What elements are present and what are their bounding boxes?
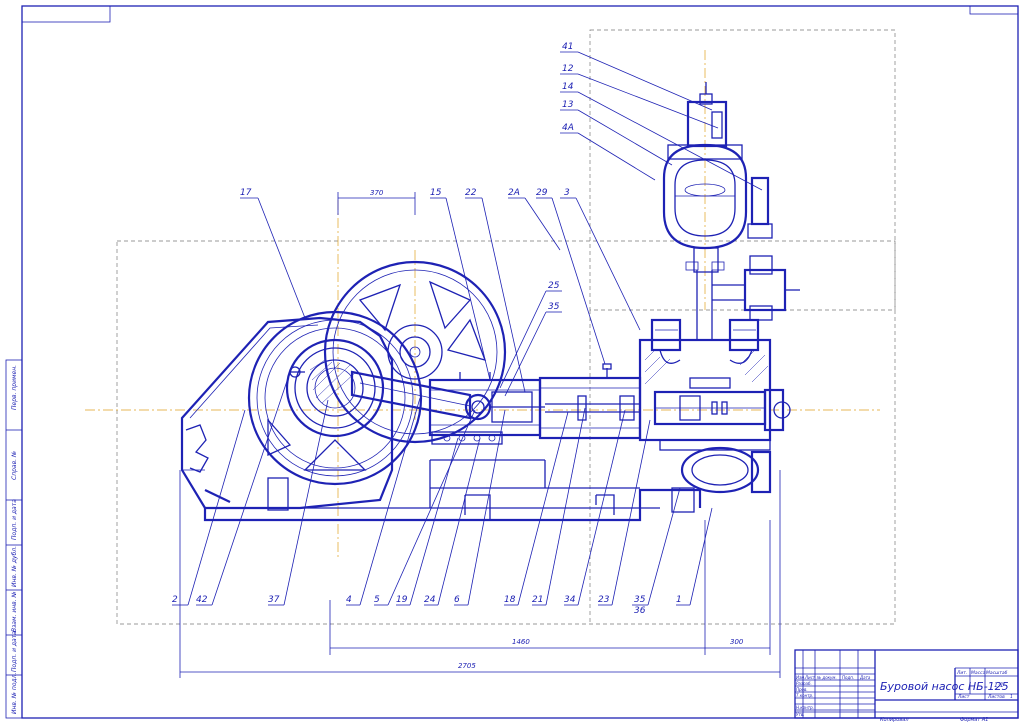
tb-row-izm: Изм. bbox=[796, 675, 805, 680]
leaders-top bbox=[240, 51, 763, 397]
tb-role-3: Т.контр. bbox=[796, 693, 813, 698]
callout-4a: 4А bbox=[562, 123, 574, 133]
side-stamp-1: Перв. примен. bbox=[11, 365, 18, 410]
sheet-frame bbox=[21, 5, 1019, 719]
callout-25: 25 bbox=[548, 281, 560, 291]
tb-row-sign: Подп. bbox=[842, 675, 854, 680]
drawing-canvas: Перв. примен. Справ. № Подп. и дата Инв.… bbox=[5, 5, 1019, 723]
callout-15: 15 bbox=[430, 188, 442, 198]
crank-wheel bbox=[247, 310, 423, 486]
callout-23: 23 bbox=[598, 595, 610, 605]
corner-stamp-right bbox=[969, 5, 1019, 15]
dim-1460: 1460 bbox=[512, 638, 530, 646]
callout-17: 17 bbox=[240, 188, 252, 198]
callout-34: 34 bbox=[564, 595, 576, 605]
callout-21: 21 bbox=[532, 595, 543, 605]
callout-5: 5 bbox=[374, 595, 380, 605]
callout-13: 13 bbox=[562, 100, 574, 110]
callout-37: 37 bbox=[268, 595, 280, 605]
tb-row-doc: № докум. bbox=[816, 675, 837, 680]
air-chamber bbox=[662, 82, 773, 250]
tb-row-list: Лист bbox=[804, 675, 816, 680]
callout-42: 42 bbox=[196, 595, 208, 605]
callout-4: 4 bbox=[346, 595, 352, 605]
tb-lit: Лит. bbox=[956, 670, 967, 676]
view-frame-valve bbox=[589, 29, 896, 311]
tb-role-4: Н.контр. bbox=[796, 705, 814, 710]
side-stamp-3: Подп. и дата bbox=[11, 499, 18, 540]
callout-22: 22 bbox=[465, 188, 477, 198]
side-stamp-7: Инв. № подл. bbox=[11, 673, 18, 714]
side-stamp-4: Инв. № дубл. bbox=[11, 546, 18, 587]
tb-sheets: Листов bbox=[987, 694, 1005, 700]
side-stamp-2: Справ. № bbox=[11, 451, 18, 480]
callout-18: 18 bbox=[504, 595, 516, 605]
tb-role-1: Разраб. bbox=[796, 681, 812, 686]
dim-2705: 2705 bbox=[458, 662, 476, 670]
drawing-sheet: { "title_block": { "title": "Буровой нас… bbox=[0, 0, 1024, 723]
callout-36: 36 bbox=[634, 606, 646, 616]
discharge-pipe bbox=[685, 247, 800, 340]
callout-1: 1 bbox=[676, 595, 682, 605]
tb-row-date: Дата bbox=[859, 675, 871, 680]
crosshead-guide bbox=[428, 372, 545, 445]
callout-6: 6 bbox=[454, 595, 460, 605]
drawing-title: Буровой насос НБ-125 bbox=[880, 680, 1009, 693]
dim-370: 370 bbox=[370, 189, 384, 197]
tb-scale: Масштаб bbox=[986, 670, 1008, 676]
side-stamp-6: Подп. и дата bbox=[11, 631, 18, 672]
side-stamp-5: Взам. инв. № bbox=[11, 591, 18, 632]
tb-sheet: Лист bbox=[957, 694, 970, 700]
hydraulic-block bbox=[638, 318, 791, 494]
tb-scale-value: 1:1 bbox=[994, 682, 1004, 689]
tb-role-5: Утв. bbox=[796, 712, 804, 717]
callout-2: 2 bbox=[172, 595, 178, 605]
dim-300: 300 bbox=[730, 638, 744, 646]
callout-35-bottom: 35 bbox=[634, 595, 646, 605]
tb-sheets-value: 1 bbox=[1010, 694, 1013, 700]
callout-12: 12 bbox=[562, 64, 574, 74]
callout-41: 41 bbox=[562, 42, 573, 52]
callout-29: 29 bbox=[536, 188, 548, 198]
base-frame bbox=[203, 459, 702, 522]
tb-format: Формат А1 bbox=[960, 717, 988, 723]
callout-24: 24 bbox=[424, 595, 436, 605]
callout-35-top: 35 bbox=[548, 302, 560, 312]
tb-role-2: Пров. bbox=[796, 687, 808, 692]
tb-mass: Масса bbox=[971, 670, 986, 676]
tb-copied: Копировал bbox=[880, 717, 909, 723]
callout-2a: 2А bbox=[508, 188, 520, 198]
callout-19: 19 bbox=[396, 595, 408, 605]
callout-3: 3 bbox=[564, 188, 570, 198]
corner-stamp bbox=[21, 5, 111, 23]
view-frame-main bbox=[116, 240, 896, 625]
callout-14: 14 bbox=[562, 82, 574, 92]
